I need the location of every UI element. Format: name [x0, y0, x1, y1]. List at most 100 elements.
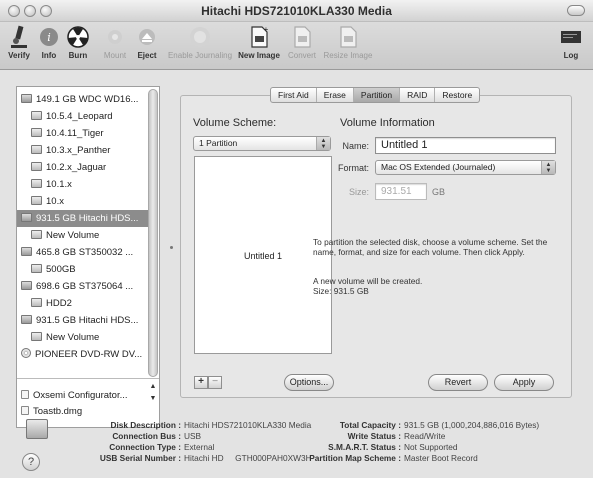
- tab-erase[interactable]: Erase: [317, 88, 354, 102]
- sidebar-item-image-toastb[interactable]: Toastb.dmg: [21, 403, 153, 420]
- sidebar-item-volume-leopard[interactable]: 10.5.4_Leopard: [31, 108, 149, 125]
- convert-button[interactable]: Convert: [284, 24, 320, 60]
- verify-label: Verify: [8, 51, 30, 60]
- sidebar-item-volume-tiger[interactable]: 10.4.11_Tiger: [31, 125, 149, 142]
- volume-icon: [31, 128, 42, 137]
- sidebar-item-label: 149.1 GB WDC WD16...: [36, 94, 139, 105]
- sidebar-item-volume-hdd2[interactable]: HDD2: [31, 295, 149, 312]
- scroll-down-arrow-icon[interactable]: ▼: [148, 393, 158, 405]
- enable-journaling-button[interactable]: Enable Journaling: [166, 24, 234, 60]
- scroll-up-arrow-icon[interactable]: ▲: [148, 381, 158, 393]
- volume-size-field[interactable]: 931.51: [375, 183, 427, 200]
- footer-value: USB: [184, 431, 202, 441]
- tab-bar: First Aid Erase Partition RAID Restore: [270, 87, 481, 103]
- mount-label: Mount: [103, 51, 127, 60]
- format-select[interactable]: Mac OS Extended (Journaled) ▲ ▼: [375, 160, 556, 175]
- disk-image-icon: [21, 406, 29, 415]
- sidebar-scrollbar[interactable]: [148, 89, 158, 377]
- volume-icon: [31, 264, 42, 273]
- footer-key: Connection Type :: [109, 442, 181, 452]
- tab-partition[interactable]: Partition: [353, 88, 401, 102]
- tab-restore[interactable]: Restore: [435, 88, 479, 102]
- sidebar-item-volume-panther[interactable]: 10.3.x_Panther: [31, 142, 149, 159]
- partition-status-line-2: Size: 931.5 GB: [313, 286, 369, 296]
- sidebar-item-dvd-drive[interactable]: PIONEER DVD-RW DV...: [21, 346, 153, 363]
- image-list-scroll-arrows[interactable]: ▲ ▼: [148, 381, 158, 415]
- size-label: Size:: [348, 187, 369, 197]
- convert-label: Convert: [287, 51, 316, 60]
- sidebar-item-volume-10-x[interactable]: 10.x: [31, 193, 149, 210]
- volume-information-heading: Volume Information: [340, 117, 435, 129]
- hard-disk-icon: [21, 315, 32, 324]
- sidebar-item-disk-hitachi-2[interactable]: 931.5 GB Hitachi HDS...: [21, 312, 153, 329]
- mount-icon: [103, 24, 127, 50]
- new-image-icon: +: [247, 24, 271, 50]
- sidebar-item-label: HDD2: [46, 298, 72, 309]
- volume-icon: [31, 145, 42, 154]
- new-image-button[interactable]: + New Image: [236, 24, 282, 60]
- disk-image-icon: [21, 390, 29, 399]
- name-label: Name:: [342, 141, 369, 151]
- remove-partition-button[interactable]: −: [208, 376, 222, 389]
- eject-button[interactable]: Eject: [134, 24, 160, 60]
- burn-button[interactable]: Burn: [64, 24, 92, 60]
- volume-scheme-value: 1 Partition: [199, 138, 238, 148]
- sidebar-item-label: 500GB: [46, 264, 76, 275]
- sidebar-item-label: 465.8 GB ST350032 ...: [36, 247, 134, 258]
- volume-icon: [31, 298, 42, 307]
- sidebar-item-volume-10-1[interactable]: 10.1.x: [31, 176, 149, 193]
- partition-layout-map[interactable]: Untitled 1: [194, 156, 332, 354]
- mount-button[interactable]: Mount: [100, 24, 130, 60]
- sidebar-item-label: 10.2.x_Jaguar: [46, 162, 107, 173]
- verify-button[interactable]: Verify: [4, 24, 34, 60]
- add-partition-button[interactable]: +: [194, 376, 208, 389]
- sidebar-item-disk-st350032[interactable]: 465.8 GB ST350032 ...: [21, 244, 153, 261]
- disk-utility-window: Hitachi HDS721010KLA330 Media Verify i I…: [0, 0, 593, 478]
- options-button[interactable]: Options...: [284, 374, 334, 391]
- journaling-icon: [188, 24, 212, 50]
- sidebar-item-disk-st375064[interactable]: 698.6 GB ST375064 ...: [21, 278, 153, 295]
- footer-value: External: [184, 442, 215, 452]
- footer-key: Connection Bus :: [112, 431, 181, 441]
- sidebar-item-label: Toastb.dmg: [33, 406, 83, 417]
- sidebar-item-volume-new[interactable]: New Volume: [31, 227, 149, 244]
- toolbar-toggle-button[interactable]: [567, 5, 585, 16]
- log-button[interactable]: Log: [556, 24, 586, 60]
- format-value: Mac OS Extended (Journaled): [381, 162, 496, 172]
- tab-raid[interactable]: RAID: [400, 88, 436, 102]
- hard-disk-icon: [21, 281, 32, 290]
- sidebar-item-disk-wdc[interactable]: 149.1 GB WDC WD16...: [21, 91, 153, 108]
- sidebar-item-disk-hitachi-selected[interactable]: 931.5 GB Hitachi HDS...: [17, 210, 149, 227]
- tab-first-aid[interactable]: First Aid: [271, 88, 317, 102]
- split-view-handle[interactable]: [170, 246, 173, 249]
- sidebar-item-volume-jaguar[interactable]: 10.2.x_Jaguar: [31, 159, 149, 176]
- footer-value: 931.5 GB (1,000,204,886,016 Bytes): [404, 420, 540, 430]
- enable-journaling-label: Enable Journaling: [167, 51, 233, 60]
- footer-key: Write Status :: [347, 431, 401, 441]
- sidebar-item-image-oxsemi[interactable]: Oxsemi Configurator...: [21, 387, 153, 404]
- sidebar-item-label: 698.6 GB ST375064 ...: [36, 281, 134, 292]
- footer-value: Not Supported: [404, 442, 458, 452]
- volume-icon: [31, 179, 42, 188]
- apply-button[interactable]: Apply: [494, 374, 554, 391]
- sidebar-item-label: New Volume: [46, 230, 100, 241]
- resize-image-button[interactable]: Resize Image: [322, 24, 374, 60]
- window-title: Hitachi HDS721010KLA330 Media: [201, 4, 392, 18]
- resize-image-label: Resize Image: [323, 51, 373, 60]
- volume-scheme-select[interactable]: 1 Partition ▲ ▼: [193, 136, 331, 151]
- sidebar-item-volume-new-2[interactable]: New Volume: [31, 329, 149, 346]
- sidebar-item-volume-500gb[interactable]: 500GB: [31, 261, 149, 278]
- volume-icon: [31, 162, 42, 171]
- toolbar: Verify i Info Burn Mount Eject Enable Jo…: [0, 22, 593, 70]
- burn-label: Burn: [68, 51, 88, 60]
- select-arrows-icon: ▲ ▼: [541, 161, 555, 174]
- partition-status-line-1: A new volume will be created.: [313, 276, 423, 286]
- volume-name-field[interactable]: Untitled 1: [375, 137, 556, 154]
- footer-key: Total Capacity :: [339, 420, 401, 430]
- help-button[interactable]: ?: [22, 453, 40, 471]
- volume-icon: [31, 332, 42, 341]
- footer-key: S.M.A.R.T. Status :: [328, 442, 401, 452]
- log-label: Log: [563, 51, 579, 60]
- info-button[interactable]: i Info: [36, 24, 62, 60]
- revert-button[interactable]: Revert: [428, 374, 488, 391]
